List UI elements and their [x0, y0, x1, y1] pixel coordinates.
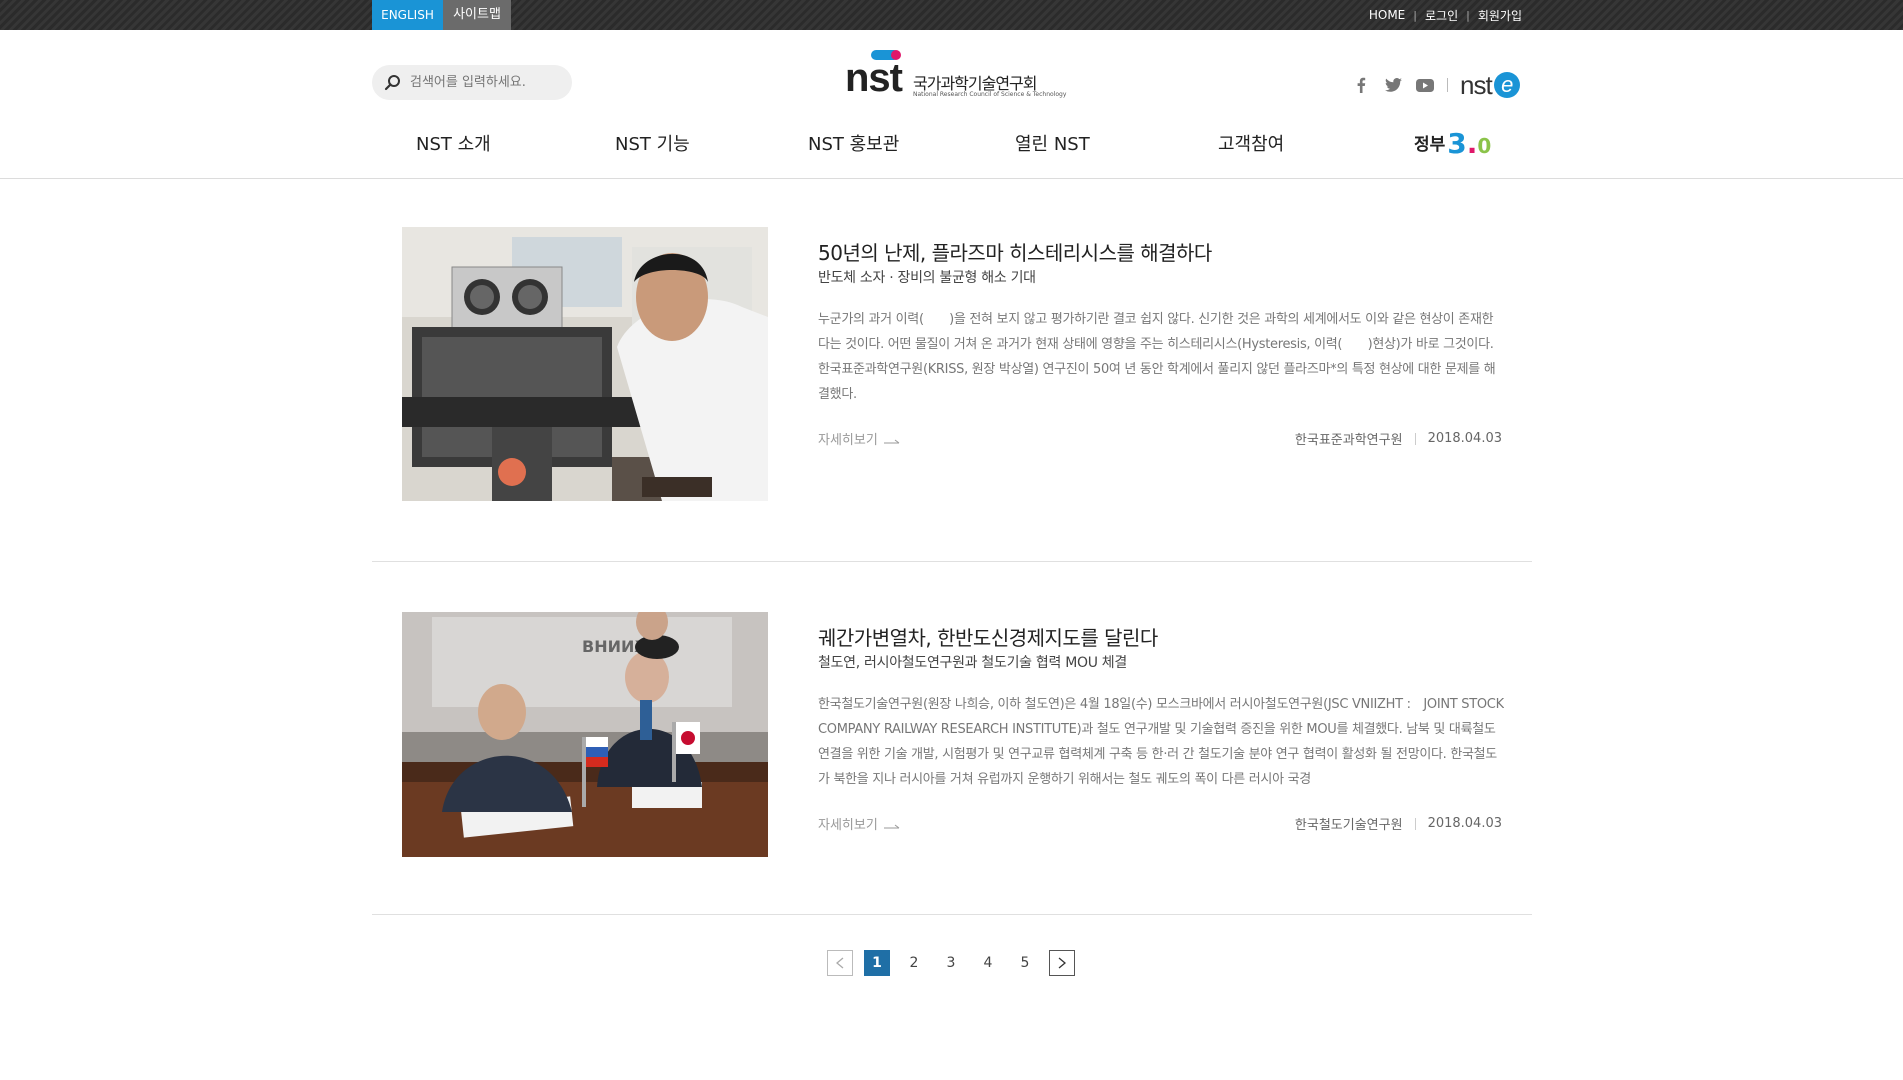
nav-item-function[interactable]: NST 기능 — [615, 125, 690, 165]
read-more-label: 자세히보기 — [818, 818, 878, 833]
search-icon[interactable] — [384, 74, 402, 92]
util-separator: | — [1466, 8, 1470, 22]
top-utility-bar: ENGLISH 사이트맵 HOME | 로그인 | 회원가입 — [0, 0, 1903, 30]
page-2-button[interactable]: 2 — [901, 950, 927, 976]
meta-separator — [1414, 817, 1416, 830]
gov-label: 정부 — [1414, 135, 1446, 155]
article-date: 2018.04.03 — [1427, 816, 1502, 831]
gov30-three: 3 — [1447, 127, 1467, 160]
gov30-zero: 0 — [1477, 134, 1492, 158]
english-link[interactable]: ENGLISH — [372, 0, 443, 30]
read-more-label: 자세히보기 — [818, 433, 878, 448]
social-separator — [1447, 78, 1448, 92]
social-links: nst e — [1345, 70, 1520, 100]
home-link[interactable]: HOME — [1369, 8, 1405, 22]
article-title[interactable]: 50년의 난제, 플라즈마 히스테리시스를 해결하다 — [818, 237, 1212, 266]
youtube-icon[interactable] — [1409, 78, 1441, 92]
nav-item-promo[interactable]: NST 홍보관 — [808, 125, 899, 165]
nav-item-customer[interactable]: 고객참여 — [1218, 125, 1284, 165]
article-org: 한국표준과학연구원 — [1294, 433, 1403, 448]
page-1-button[interactable]: 1 — [864, 950, 890, 976]
arrow-right-icon — [883, 820, 900, 828]
logo-mark: nst — [845, 56, 903, 100]
sitemap-link[interactable]: 사이트맵 — [443, 0, 511, 30]
gov30-logo: 3.0 — [1447, 129, 1491, 161]
logo-name-en: National Research Council of Science & T… — [913, 91, 1067, 98]
read-more-link[interactable]: 자세히보기 — [818, 814, 900, 833]
article-thumbnail[interactable]: ВНИИЖ — [402, 612, 768, 857]
twitter-icon[interactable] — [1377, 78, 1409, 92]
util-links: HOME | 로그인 | 회원가입 — [1369, 0, 1522, 30]
read-more-link[interactable]: 자세히보기 — [818, 429, 900, 448]
nste-label: nst — [1460, 69, 1493, 100]
article-thumbnail[interactable] — [402, 227, 768, 501]
article-org: 한국철도기술연구원 — [1294, 818, 1403, 833]
arrow-right-icon — [883, 435, 900, 443]
nst-logo[interactable]: nst 국가과학기술연구회 National Research Council … — [845, 48, 1066, 103]
article-subtitle: 철도연, 러시아철도연구원과 철도기술 협력 MOU 체결 — [818, 655, 1127, 671]
facebook-icon[interactable] — [1345, 77, 1377, 93]
article-summary: 한국철도기술연구원(원장 나희승, 이하 철도연)은 4월 18일(수) 모스크… — [818, 697, 1504, 787]
next-page-button[interactable] — [1049, 950, 1075, 976]
gov30-dot: . — [1466, 127, 1478, 160]
article-divider — [372, 561, 1532, 562]
pagination: 1 2 3 4 5 — [827, 950, 1075, 976]
util-separator: | — [1413, 8, 1417, 22]
article-meta: 한국철도기술연구원 2018.04.03 — [1295, 814, 1502, 833]
article-item: ВНИИЖ 궤간가변열차, 한반도신경제지도를 달린다 철도연, 러시아철도연구… — [372, 612, 1532, 858]
nav-divider — [0, 178, 1903, 179]
meta-separator — [1414, 432, 1416, 445]
prev-page-button[interactable] — [827, 950, 853, 976]
page-5-button[interactable]: 5 — [1012, 950, 1038, 976]
login-link[interactable]: 로그인 — [1425, 7, 1458, 24]
article-summary: 누군가의 과거 이력( )을 전혀 보지 않고 평가하기란 결코 쉽지 않다. … — [818, 312, 1496, 402]
article-date: 2018.04.03 — [1427, 431, 1502, 446]
nav-item-open-nst[interactable]: 열린 NST — [1015, 125, 1090, 165]
article-item: 50년의 난제, 플라즈마 히스테리시스를 해결하다 반도체 소자 · 장비의 … — [372, 227, 1532, 502]
nste-link[interactable]: nst e — [1460, 70, 1520, 101]
search-box — [372, 65, 572, 100]
article-divider — [372, 914, 1532, 915]
main-nav: NST 소개 NST 기능 NST 홍보관 열린 NST 고객참여 정부 3.0 — [372, 125, 1532, 179]
page-3-button[interactable]: 3 — [938, 950, 964, 976]
article-title[interactable]: 궤간가변열차, 한반도신경제지도를 달린다 — [818, 622, 1158, 651]
nav-item-gov30[interactable]: 정부 3.0 — [1414, 125, 1491, 165]
article-subtitle: 반도체 소자 · 장비의 불균형 해소 기대 — [818, 270, 1036, 286]
nste-e-icon: e — [1493, 72, 1520, 98]
article-meta: 한국표준과학연구원 2018.04.03 — [1295, 429, 1502, 448]
search-input[interactable] — [410, 75, 560, 90]
signup-link[interactable]: 회원가입 — [1478, 7, 1522, 24]
nav-item-about[interactable]: NST 소개 — [416, 125, 491, 165]
page-4-button[interactable]: 4 — [975, 950, 1001, 976]
